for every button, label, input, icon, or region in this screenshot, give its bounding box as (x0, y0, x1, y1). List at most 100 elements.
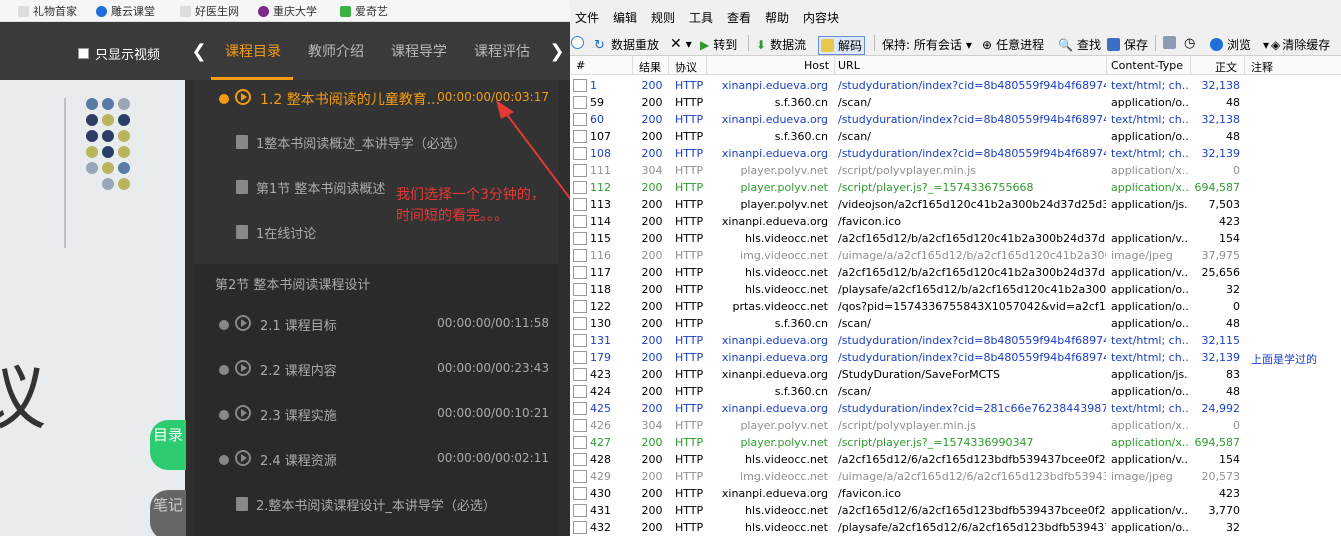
browse-button[interactable]: 浏览 (1210, 36, 1251, 53)
session-row[interactable]: 432 200 HTTP hls.videocc.net/playsafe/a2cf1… (570, 519, 1341, 536)
session-row[interactable]: 426 304 HTTP player.polyv.net/script/polyvp… (570, 417, 1341, 434)
clock-icon: ◷ (1184, 36, 1196, 51)
cell-res: 200 (641, 453, 663, 466)
session-type-icon (573, 334, 587, 347)
menu-view[interactable]: 查看 (727, 9, 751, 26)
menu-edit[interactable]: 编辑 (613, 9, 637, 26)
col-url[interactable]: URL (838, 59, 860, 72)
cell-url: /script/polyvplayer.min.js (838, 164, 976, 177)
session-row[interactable]: 118 200 HTTP hls.videocc.net/playsafe/a2cf1… (570, 281, 1341, 298)
bookmark-item[interactable]: 雕云课堂 (96, 3, 155, 19)
session-row[interactable]: 1 200 HTTP xinanpi.edueva.org/studyduration… (570, 77, 1341, 94)
cell-res: 200 (641, 436, 663, 449)
screenshot-button[interactable] (1163, 36, 1180, 49)
menu-file[interactable]: 文件 (575, 9, 599, 26)
session-row[interactable]: 427 200 HTTP player.polyv.net/script/player… (570, 434, 1341, 451)
bookmark-item[interactable]: 爱奇艺 (340, 3, 388, 19)
comment-icon (571, 36, 584, 49)
session-row[interactable]: 108 200 HTTP xinanpi.edueva.org/studydurati… (570, 145, 1341, 162)
session-row[interactable]: 113 200 HTTP player.polyv.net/videojson/a2c… (570, 196, 1341, 213)
session-row[interactable]: 179 200 HTTP xinanpi.edueva.org/studydurati… (570, 349, 1341, 366)
remove-button[interactable]: ✕ ▾ (670, 36, 692, 52)
cell-pro: HTTP (675, 521, 704, 534)
timer-button[interactable]: ◷ (1184, 36, 1195, 51)
session-row[interactable]: 117 200 HTTP hls.videocc.net/a2cf165d12/b/a… (570, 264, 1341, 281)
session-type-icon (573, 317, 587, 330)
session-row[interactable]: 115 200 HTTP hls.videocc.net/a2cf165d12/b/a… (570, 230, 1341, 247)
col-result[interactable]: 结果 (639, 59, 661, 75)
session-row[interactable]: 131 200 HTTP xinanpi.edueva.org/studydurati… (570, 332, 1341, 349)
session-row[interactable]: 60 200 HTTP xinanpi.edueva.org/studyduratio… (570, 111, 1341, 128)
page-icon (180, 5, 191, 17)
session-row[interactable]: 428 200 HTTP hls.videocc.net/a2cf165d12/6/a… (570, 451, 1341, 468)
cell-res: 200 (641, 317, 663, 330)
session-type-icon (573, 164, 587, 177)
cell-host: xinanpi.edueva.org (721, 215, 828, 228)
tab-evaluation[interactable]: 课程评估 (474, 41, 530, 61)
menu-help[interactable]: 帮助 (765, 9, 789, 26)
session-row[interactable]: 107 200 HTTP s.f.360.cn/scan/application/o.… (570, 128, 1341, 145)
decode-button[interactable]: 解码 (818, 36, 866, 55)
session-row[interactable]: 111 304 HTTP player.polyv.net/script/polyvp… (570, 162, 1341, 179)
session-row[interactable]: 59 200 HTTP s.f.360.cn/scan/application/o..… (570, 94, 1341, 111)
cell-pro: HTTP (675, 419, 704, 432)
lesson-item[interactable]: 2.4 课程资源 00:00:00/00:02:11 (195, 439, 559, 481)
col-protocol[interactable]: 协议 (675, 59, 697, 75)
session-row[interactable]: 122 200 HTTP prtas.videocc.net/qos?pid=1574… (570, 298, 1341, 315)
tab-teacher[interactable]: 教师介绍 (308, 41, 364, 61)
session-row[interactable]: 425 200 HTTP xinanpi.edueva.org/studydurati… (570, 400, 1341, 417)
lesson-item[interactable]: 2.整本书阅读课程设计_本讲导学（必选） (195, 484, 559, 526)
session-type-icon (573, 470, 587, 483)
only-video-checkbox[interactable]: 只显示视频 (78, 44, 160, 63)
tab-guide[interactable]: 课程导学 (391, 41, 447, 61)
cell-pro: HTTP (675, 351, 704, 364)
col-num[interactable]: # (576, 59, 585, 72)
checkbox-box[interactable] (78, 48, 89, 59)
session-row[interactable]: 429 200 HTTP img.videocc.net/uimage/a/a2cf1… (570, 468, 1341, 485)
bookmark-item[interactable]: 重庆大学 (258, 3, 317, 19)
session-row[interactable]: 112 200 HTTP player.polyv.net/script/player… (570, 179, 1341, 196)
cell-url: /uimage/a/a2cf165d12/6/a2cf165d123bdfb53… (838, 470, 1106, 483)
session-row[interactable]: 116 200 HTTP img.videocc.net/uimage/a/a2cf1… (570, 247, 1341, 264)
bookmark-item[interactable]: 好医生网 (180, 3, 239, 19)
go-button[interactable]: ▶ 转到 (700, 36, 737, 53)
any-process-button[interactable]: ⊕ 任意进程 (982, 36, 1044, 53)
chevron-right-icon[interactable]: ❯ (544, 22, 570, 80)
menu-content-blocker[interactable]: 内容块 (803, 9, 839, 26)
cell-num: 115 (590, 232, 611, 245)
chevron-left-icon[interactable]: ❮ (186, 22, 212, 80)
bookmark-item[interactable]: 礼物首家 (18, 3, 77, 19)
find-button[interactable]: 🔍 查找 (1058, 36, 1101, 53)
lesson-item[interactable]: 2.1 课程目标 00:00:00/00:11:58 (195, 304, 559, 346)
clear-cache-button[interactable]: ▾ ◈ 清除缓存 (1263, 36, 1330, 53)
session-row[interactable]: 423 200 HTTP xinanpi.edueva.org/StudyDurati… (570, 366, 1341, 383)
cell-url: /favicon.ico (838, 487, 901, 500)
cell-body: 154 (1219, 453, 1240, 466)
notes-toggle-button[interactable]: 笔记 (150, 490, 186, 536)
close-icon: ✕ (670, 36, 682, 52)
lesson-item[interactable]: 2.3 课程实施 00:00:00/00:10:21 (195, 394, 559, 436)
replay-button[interactable]: ↻ 数据重放 (594, 36, 659, 53)
menu-tools[interactable]: 工具 (689, 9, 713, 26)
cell-body: 694,587 (1194, 436, 1241, 449)
col-body[interactable]: 正文 (1215, 59, 1237, 75)
session-row[interactable]: 424 200 HTTP s.f.360.cn/scan/application/o.… (570, 383, 1341, 400)
save-button[interactable]: 保存 (1107, 36, 1148, 53)
session-row[interactable]: 130 200 HTTP s.f.360.cn/scan/application/o.… (570, 315, 1341, 332)
col-content-type[interactable]: Content-Type (1111, 59, 1183, 72)
keep-sessions-select[interactable]: 保持: 所有会话 ▾ (882, 36, 972, 53)
lesson-item[interactable]: 2.2 课程内容 00:00:00/00:23:43 (195, 349, 559, 391)
menu-rules[interactable]: 规则 (651, 9, 675, 26)
catalog-toggle-button[interactable]: 目录 (150, 420, 186, 470)
cell-num: 179 (590, 351, 611, 364)
cell-host: xinanpi.edueva.org (721, 113, 828, 126)
session-row[interactable]: 431 200 HTTP hls.videocc.net/a2cf165d12/6/a… (570, 502, 1341, 519)
col-comments[interactable]: 注释 (1251, 59, 1273, 75)
tab-catalog[interactable]: 课程目录 (225, 41, 281, 61)
session-row[interactable]: 114 200 HTTP xinanpi.edueva.org/favicon.ico… (570, 213, 1341, 230)
comment-button[interactable] (571, 36, 588, 49)
stream-button[interactable]: ⬇ 数据流 (756, 36, 806, 53)
col-host[interactable]: Host (804, 59, 829, 72)
session-row[interactable]: 430 200 HTTP xinanpi.edueva.org/favicon.ico… (570, 485, 1341, 502)
cell-res: 200 (641, 249, 663, 262)
